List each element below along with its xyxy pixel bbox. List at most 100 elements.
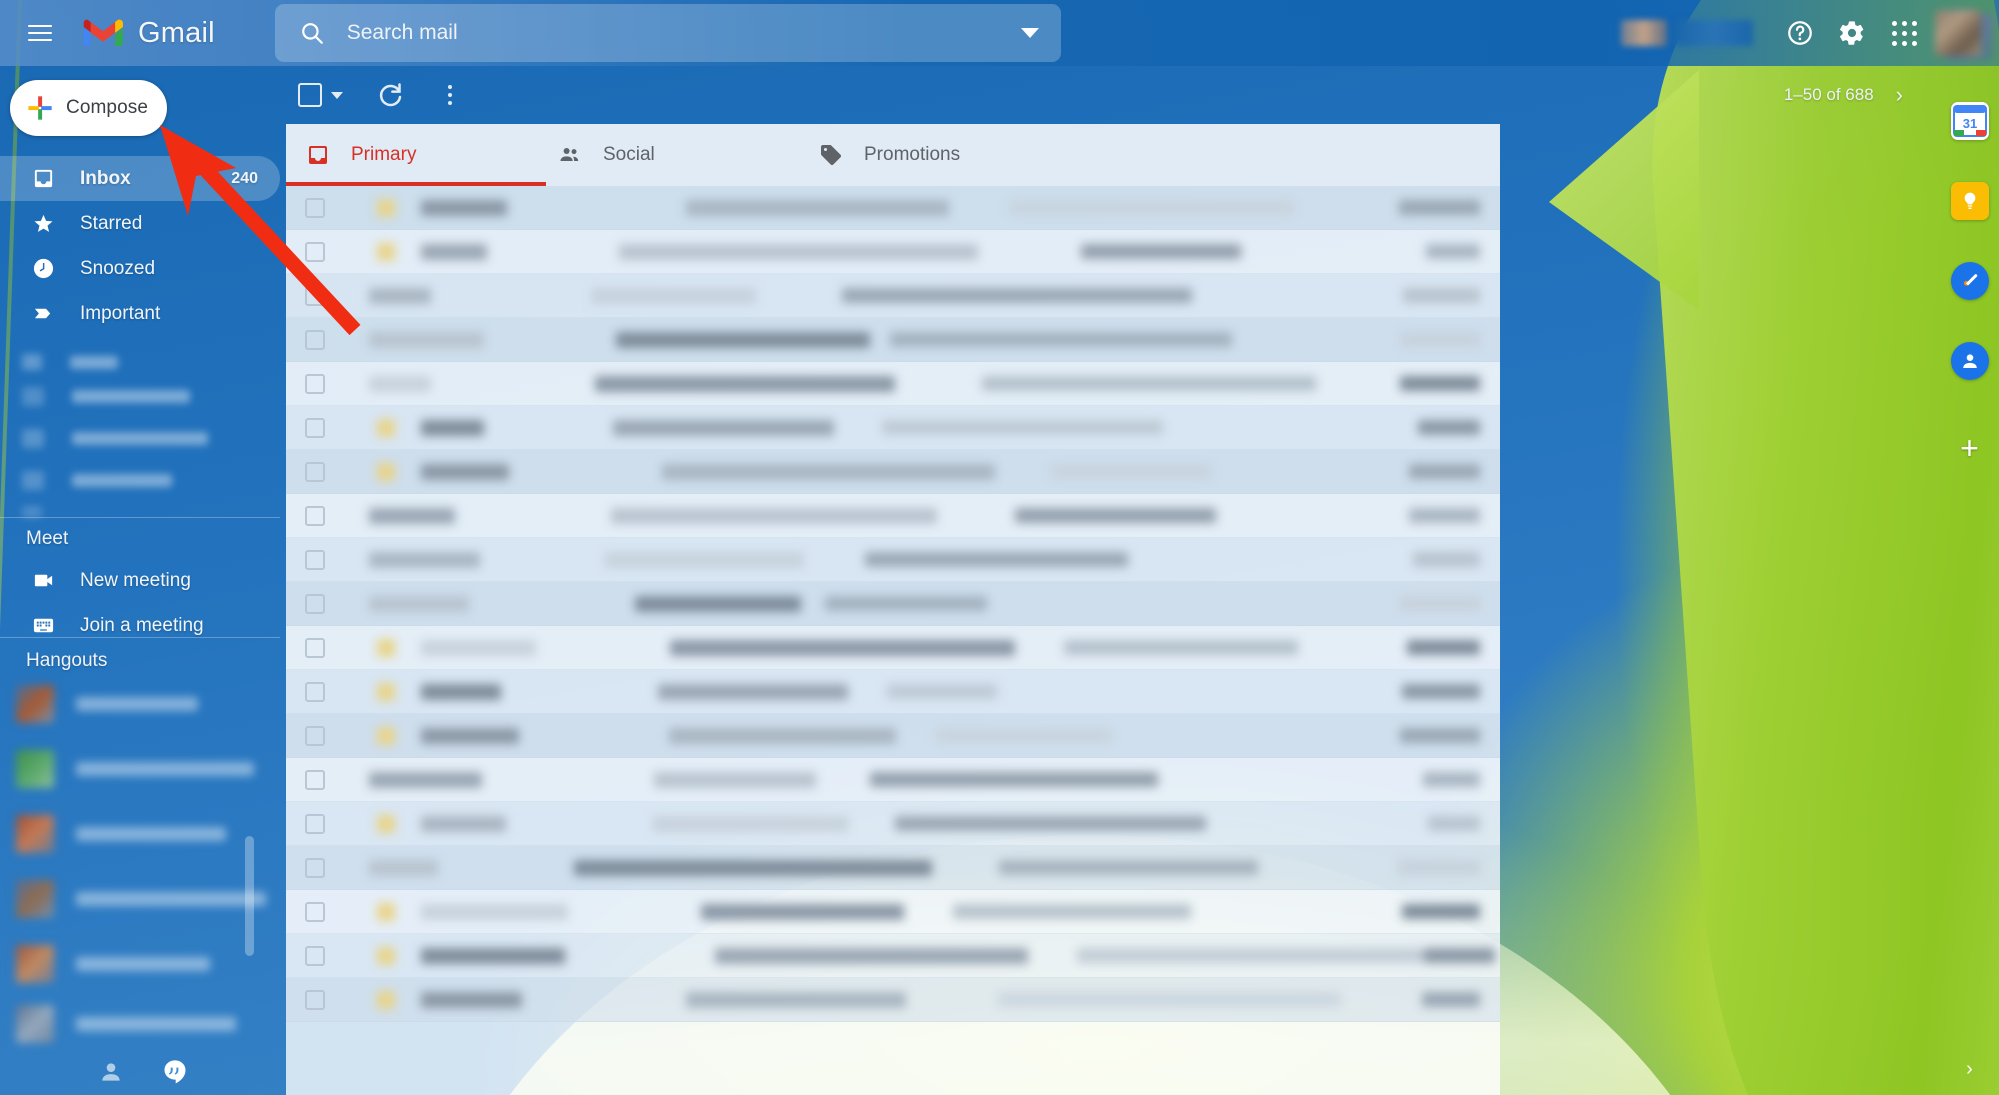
row-checkbox[interactable] [305,461,325,482]
row-checkbox[interactable] [305,681,325,702]
clock-icon [30,257,56,280]
redacted-row-content [325,274,1500,317]
row-checkbox[interactable] [305,593,325,614]
table-row[interactable] [286,758,1500,802]
sidebar-item-label: Snoozed [80,257,156,279]
row-checkbox[interactable] [305,989,325,1010]
expand-panel-chevron-right-icon[interactable]: › [1966,1058,1973,1081]
list-item[interactable] [0,501,280,523]
google-tasks-icon[interactable] [1950,262,1989,300]
list-item[interactable] [0,349,280,375]
list-item[interactable] [0,866,280,931]
next-page-chevron-right-icon[interactable]: › [1896,82,1903,108]
add-app-button[interactable]: + [1960,432,1979,464]
google-calendar-icon[interactable]: 31 [1950,102,1989,140]
google-contacts-icon[interactable] [1950,342,1989,380]
table-row[interactable] [286,538,1500,582]
table-row[interactable] [286,274,1500,318]
tab-social[interactable]: Social [546,124,818,186]
row-checkbox[interactable] [305,197,325,218]
sidebar-item-join-meeting[interactable]: Join a meeting [0,603,280,648]
search-input[interactable] [346,21,1021,45]
sidebar-item-snoozed[interactable]: Snoozed [0,246,280,291]
list-item[interactable] [0,996,280,1052]
help-circle-icon[interactable] [1777,10,1823,56]
sidebar-scrollbar[interactable] [245,836,254,956]
table-row[interactable] [286,494,1500,538]
redacted-star [377,638,395,657]
refresh-icon[interactable] [375,80,405,110]
list-item[interactable] [0,671,280,736]
redacted-row-content [325,714,1500,757]
row-checkbox[interactable] [305,857,325,878]
table-row[interactable] [286,406,1500,450]
row-checkbox[interactable] [305,505,325,526]
table-row[interactable] [286,582,1500,626]
compose-button[interactable]: Compose [10,80,167,136]
list-item[interactable] [0,931,280,996]
row-checkbox[interactable] [305,901,325,922]
row-checkbox[interactable] [305,373,325,394]
hangouts-chat-icon[interactable] [160,1057,190,1087]
tab-primary[interactable]: Primary [286,124,546,186]
table-row[interactable] [286,450,1500,494]
list-item[interactable] [0,375,280,417]
row-checkbox[interactable] [305,813,325,834]
table-row[interactable] [286,186,1500,230]
row-checkbox[interactable] [305,945,325,966]
google-keep-icon[interactable] [1950,182,1989,220]
select-all-chevron-down-icon[interactable] [331,91,343,99]
gmail-logo-icon [82,16,124,50]
top-bar: Gmail [0,0,1999,66]
list-item[interactable] [0,801,280,866]
table-row[interactable] [286,890,1500,934]
table-row[interactable] [286,802,1500,846]
table-row[interactable] [286,846,1500,890]
table-row[interactable] [286,978,1500,1022]
row-checkbox[interactable] [305,241,325,262]
redacted-subject [658,683,848,700]
table-row[interactable] [286,714,1500,758]
redacted-row-content [325,626,1500,669]
list-item[interactable] [0,417,280,459]
apps-grid-icon[interactable] [1881,10,1927,56]
sidebar-item-new-meeting[interactable]: New meeting [0,558,280,603]
redacted-snippet [1015,508,1216,523]
person-icon[interactable] [96,1057,126,1087]
search-bar[interactable] [274,4,1061,62]
row-checkbox[interactable] [305,285,325,306]
row-checkbox[interactable] [305,769,325,790]
table-row[interactable] [286,626,1500,670]
redacted-account-email [1675,20,1753,46]
page-title: Gmail [138,16,215,49]
redacted-row-content [325,186,1500,229]
redacted-subject [701,903,904,920]
redacted-date [1424,948,1495,963]
row-checkbox[interactable] [305,329,325,350]
redacted-row-content [325,934,1500,977]
table-row[interactable] [286,230,1500,274]
avatar[interactable] [1935,10,1981,56]
list-item[interactable] [0,736,280,801]
table-row[interactable] [286,362,1500,406]
row-checkbox[interactable] [305,417,325,438]
sidebar-item-important[interactable]: Important [0,291,280,336]
hamburger-menu-icon[interactable] [16,9,64,57]
more-vertical-icon[interactable] [437,80,463,110]
select-all-checkbox[interactable] [298,83,322,107]
table-row[interactable] [286,934,1500,978]
chevron-down-icon[interactable] [1020,28,1039,38]
row-checkbox[interactable] [305,725,325,746]
tab-promotions[interactable]: Promotions [818,124,1118,186]
sidebar-item-label: Important [80,302,161,324]
gear-icon[interactable] [1829,10,1875,56]
redacted-sender [369,375,431,392]
sidebar-item-inbox[interactable]: Inbox 240 [0,156,280,201]
row-checkbox[interactable] [305,549,325,570]
sidebar-item-starred[interactable]: Starred [0,201,280,246]
table-row[interactable] [286,318,1500,362]
list-item[interactable] [0,459,280,501]
table-row[interactable] [286,670,1500,714]
redacted-star [377,682,395,701]
row-checkbox[interactable] [305,637,325,658]
